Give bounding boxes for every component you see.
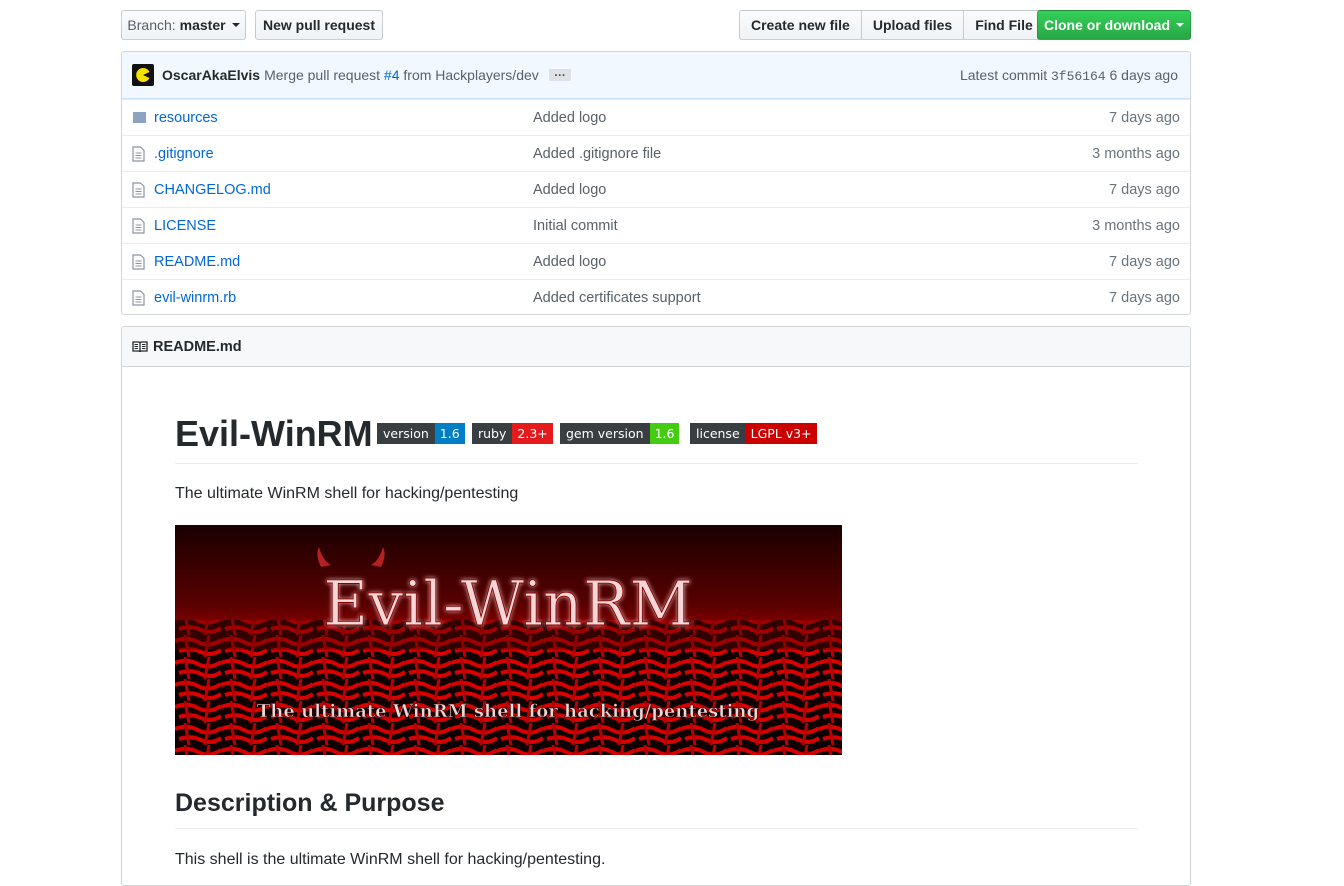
license-badge[interactable]: license LGPL v3+: [690, 423, 817, 444]
ruby-badge[interactable]: ruby 2.3+: [472, 423, 553, 444]
gem-version-badge[interactable]: gem version 1.6: [560, 423, 680, 444]
file-icon: [132, 290, 145, 306]
upload-files-button[interactable]: Upload files: [860, 10, 965, 40]
file-icon: [132, 182, 145, 198]
file-commit-message[interactable]: Added logo: [533, 254, 606, 270]
file-age: 3 months ago: [1092, 145, 1180, 162]
file-icon: [132, 254, 145, 270]
branch-prefix: Branch:: [127, 17, 176, 33]
chevron-down-icon: [1176, 23, 1184, 27]
readme-panel: README.md Evil-WinRM version 1.6 ruby 2.…: [121, 326, 1191, 886]
create-new-file-button[interactable]: Create new file: [739, 10, 862, 40]
clone-label: Clone or download: [1044, 17, 1170, 33]
banner-subtitle: The ultimate WinRM shell for hacking/pen…: [257, 701, 760, 722]
file-name-link[interactable]: LICENSE: [154, 218, 216, 234]
readme-filename: README.md: [153, 338, 242, 355]
file-age: 7 days ago: [1109, 181, 1180, 198]
file-commit-message[interactable]: Added logo: [533, 110, 606, 126]
file-row: LICENSE Initial commit 3 months ago: [122, 207, 1190, 243]
file-age: 3 months ago: [1092, 217, 1180, 234]
section-paragraph: This shell is the ultimate WinRM shell f…: [175, 851, 606, 868]
file-row: .gitignore Added .gitignore file 3 month…: [122, 135, 1190, 171]
file-age: 7 days ago: [1109, 109, 1180, 126]
file-name-link[interactable]: evil-winrm.rb: [154, 290, 236, 306]
file-row: evil-winrm.rb Added certificates support…: [122, 279, 1190, 314]
file-commit-message[interactable]: Initial commit: [533, 218, 618, 234]
folder-icon: [133, 112, 146, 123]
evil-winrm-banner-image: Evil-WinRM The ultimate WinRM shell for …: [175, 525, 842, 755]
avatar[interactable]: [132, 64, 154, 86]
commit-author[interactable]: OscarAkaElvis: [162, 67, 260, 83]
file-commit-message[interactable]: Added certificates support: [533, 290, 701, 306]
file-name-link[interactable]: CHANGELOG.md: [154, 182, 271, 198]
branch-name: master: [179, 17, 226, 33]
new-pull-request-button[interactable]: New pull request: [255, 10, 383, 40]
file-age: 7 days ago: [1109, 253, 1180, 270]
section-heading: Description & Purpose: [175, 789, 445, 817]
badge-label: version: [377, 423, 435, 444]
pull-request-link[interactable]: #4: [384, 67, 400, 83]
version-badge[interactable]: version 1.6: [377, 423, 465, 444]
file-age: 7 days ago: [1109, 289, 1180, 306]
file-row: CHANGELOG.md Added logo 7 days ago: [122, 171, 1190, 207]
badge-value: 1.6: [649, 423, 680, 444]
find-file-button[interactable]: Find File: [963, 10, 1045, 40]
banner-title: Evil-WinRM: [323, 567, 693, 640]
latest-commit-bar: OscarAkaElvis Merge pull request #4 from…: [122, 52, 1190, 99]
file-icon: [132, 146, 145, 162]
readme-title: Evil-WinRM: [175, 413, 373, 454]
file-name-link[interactable]: README.md: [154, 254, 240, 270]
clone-or-download-button[interactable]: Clone or download: [1037, 10, 1191, 40]
file-name-link[interactable]: .gitignore: [154, 146, 214, 162]
file-icon: [132, 218, 145, 234]
commit-message-prefix[interactable]: Merge pull request: [264, 67, 380, 83]
chevron-down-icon: [231, 23, 240, 27]
expand-commit-button[interactable]: …: [548, 66, 571, 81]
readme-tagline: The ultimate WinRM shell for hacking/pen…: [175, 485, 519, 502]
badge-value: 1.6: [434, 423, 465, 444]
badge-value: LGPL v3+: [745, 423, 817, 444]
file-actions-group: Create new file Upload files Find File: [739, 10, 1045, 40]
title-divider: [175, 463, 1138, 464]
branch-selector-button[interactable]: Branch: master: [121, 10, 246, 40]
file-name-link[interactable]: resources: [154, 110, 218, 126]
file-commit-message[interactable]: Added .gitignore file: [533, 146, 661, 162]
badge-label: gem version: [560, 423, 650, 444]
commit-message: Merge pull request #4 from Hackplayers/d…: [264, 67, 539, 83]
section-divider: [175, 828, 1138, 829]
file-commit-message[interactable]: Added logo: [533, 182, 606, 198]
commit-age: 6 days ago: [1109, 66, 1179, 83]
file-row: resources Added logo 7 days ago: [122, 99, 1190, 135]
badge-value: 2.3+: [512, 423, 553, 444]
latest-commit-info: Latest commit 3f56164 6 days ago: [960, 67, 1178, 84]
book-icon: [132, 340, 148, 352]
badge-label: ruby: [472, 423, 513, 444]
file-listing: OscarAkaElvis Merge pull request #4 from…: [121, 51, 1191, 315]
commit-message-suffix[interactable]: from Hackplayers/dev: [403, 67, 538, 83]
file-row: README.md Added logo 7 days ago: [122, 243, 1190, 279]
badge-label: license: [690, 423, 746, 444]
commit-sha-link[interactable]: 3f56164: [1051, 69, 1106, 84]
latest-commit-label: Latest commit: [959, 66, 1048, 83]
readme-header: README.md: [122, 327, 1190, 367]
